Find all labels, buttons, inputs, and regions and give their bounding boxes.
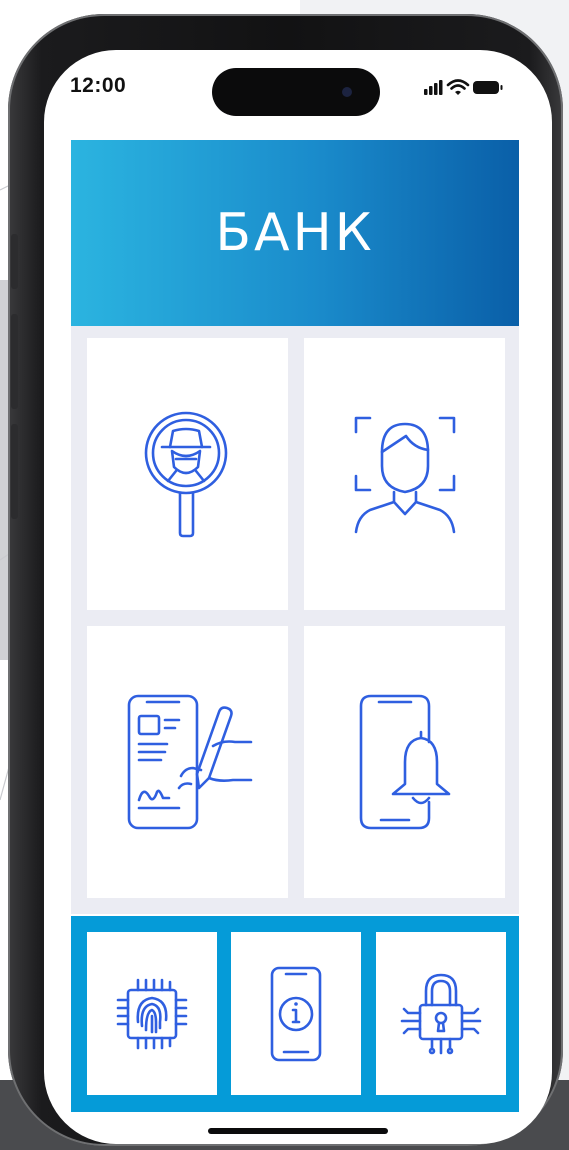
phone-notification-bell-icon bbox=[359, 694, 450, 830]
bank-banner: БАНК bbox=[71, 140, 519, 326]
side-button-silent bbox=[11, 234, 18, 289]
phone-frame: 12:00 БАНК bbox=[8, 14, 563, 1146]
fingerprint-chip-icon bbox=[116, 978, 188, 1049]
side-button-volume-up bbox=[11, 314, 18, 409]
bottom-bar bbox=[71, 916, 519, 1112]
cyber-lock-icon bbox=[400, 973, 482, 1054]
bottom-item-info[interactable] bbox=[231, 932, 361, 1095]
face-id-scan-icon bbox=[354, 416, 455, 534]
wifi-icon bbox=[446, 79, 470, 95]
tile-document-sign[interactable] bbox=[87, 626, 288, 898]
tile-spy-check[interactable] bbox=[87, 338, 288, 610]
phone-signature-icon bbox=[127, 694, 252, 830]
feature-grid bbox=[71, 326, 519, 914]
front-camera bbox=[342, 87, 352, 97]
status-time: 12:00 bbox=[70, 74, 127, 97]
battery-icon bbox=[473, 81, 503, 94]
home-indicator[interactable] bbox=[208, 1128, 388, 1134]
tile-face-id[interactable] bbox=[304, 338, 505, 610]
status-icons bbox=[424, 79, 503, 95]
tile-notifications[interactable] bbox=[304, 626, 505, 898]
spy-magnifier-icon bbox=[144, 411, 227, 538]
bottom-item-security[interactable] bbox=[376, 932, 506, 1095]
phone-info-icon bbox=[270, 966, 322, 1061]
dynamic-island bbox=[212, 68, 380, 116]
side-button-volume-down bbox=[11, 424, 18, 519]
phone-screen: 12:00 БАНК bbox=[44, 50, 552, 1144]
banner-title: БАНК bbox=[215, 203, 375, 263]
signal-icon bbox=[424, 80, 443, 95]
bottom-item-fingerprint[interactable] bbox=[87, 932, 217, 1095]
